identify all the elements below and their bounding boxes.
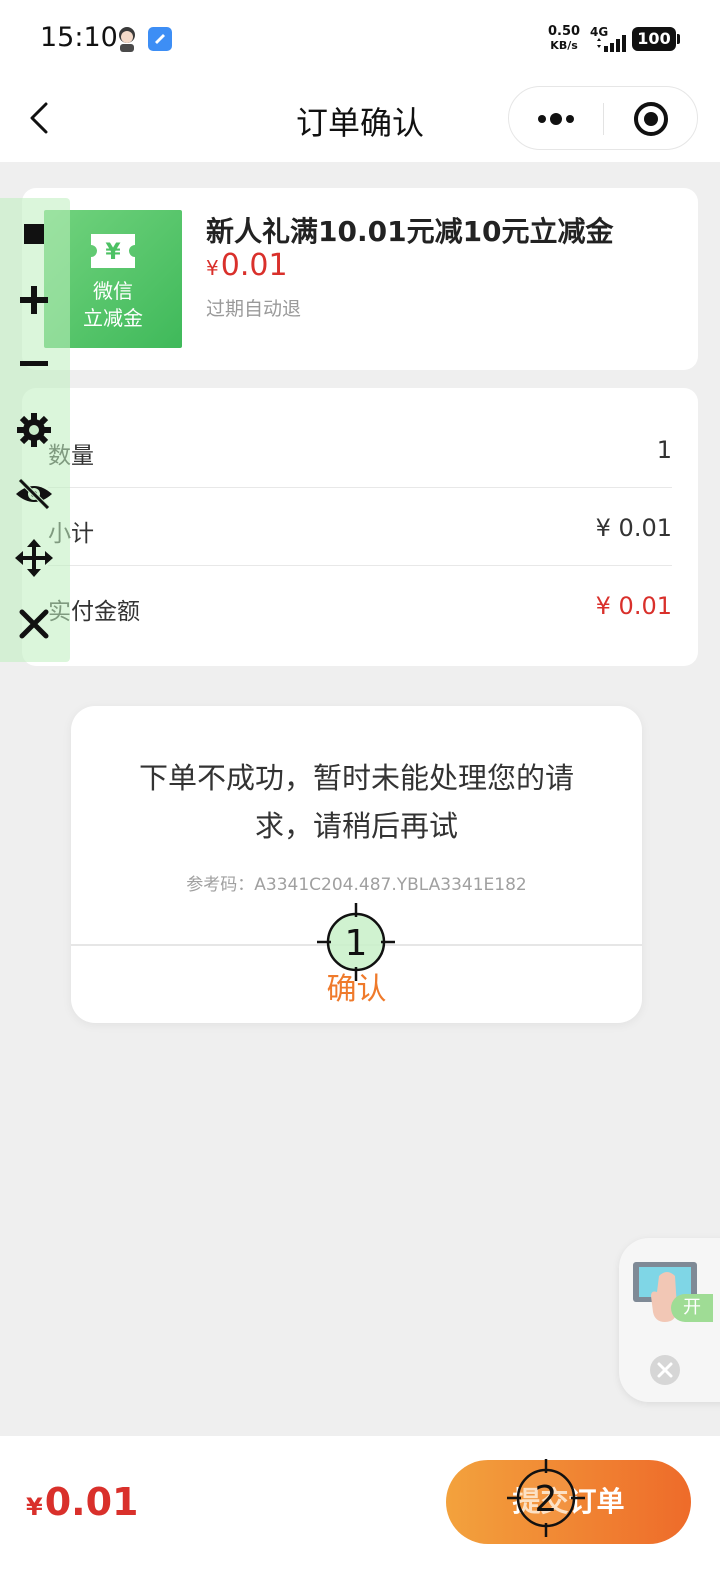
total-price: ¥0.01 xyxy=(26,1480,138,1524)
eye-off-icon[interactable] xyxy=(14,474,54,514)
widget-close-icon[interactable] xyxy=(649,1354,681,1386)
avatar-icon xyxy=(119,27,135,52)
close-icon[interactable] xyxy=(14,604,54,644)
subtotal-value: ¥ 0.01 xyxy=(595,514,672,542)
gear-icon[interactable] xyxy=(14,410,54,450)
price-value: 0.01 xyxy=(220,248,288,283)
minus-icon[interactable] xyxy=(14,344,54,384)
floating-widget[interactable]: 开 xyxy=(619,1238,720,1402)
coupon-symbol: ¥ xyxy=(105,240,121,265)
subtotal-row: 小计 ¥ 0.01 xyxy=(48,488,672,566)
move-icon[interactable] xyxy=(14,538,54,578)
floating-tool-panel xyxy=(0,198,70,662)
target-marker-1: 1 xyxy=(317,903,395,981)
product-title: 新人礼满10.01元减10元立减金 xyxy=(206,215,614,248)
ticket-icon: ¥ xyxy=(91,234,135,268)
plus-icon[interactable] xyxy=(14,280,54,320)
bottom-bar: ¥0.01 提交订单 xyxy=(0,1436,720,1584)
marker-2-label: 2 xyxy=(535,1479,558,1520)
signal-icon xyxy=(597,35,626,52)
mini-program-capsule xyxy=(508,86,698,150)
more-icon[interactable] xyxy=(531,103,581,135)
refund-note: 过期自动退 xyxy=(206,298,302,320)
total-value: 0.01 xyxy=(44,1480,139,1524)
quantity-value: 1 xyxy=(656,436,672,464)
quantity-row: 数量 1 xyxy=(48,410,672,488)
product-card: ¥ 微信 立减金 新人礼满10.01元减10元立减金 ¥0.01 过期自动退 xyxy=(22,188,698,370)
marker-1-label: 1 xyxy=(345,923,368,964)
paid-amount-row: 实付金额 ¥ 0.01 xyxy=(48,566,672,644)
app-notification-icon xyxy=(148,27,172,51)
nav-bar: 订单确认 xyxy=(0,80,720,162)
currency-symbol: ¥ xyxy=(206,256,219,280)
widget-open-badge[interactable]: 开 xyxy=(671,1294,713,1322)
target-marker-2: 2 xyxy=(507,1459,585,1537)
product-price: ¥0.01 xyxy=(206,248,288,283)
net-speed-unit: KB/s xyxy=(550,39,578,52)
capsule-divider xyxy=(603,103,604,135)
error-message: 下单不成功，暂时未能处理您的请求，请稍后再试 xyxy=(138,761,574,843)
order-details-card: 数量 1 小计 ¥ 0.01 实付金额 ¥ 0.01 xyxy=(22,388,698,666)
close-program-icon[interactable] xyxy=(631,99,671,139)
stop-icon[interactable] xyxy=(14,214,54,254)
net-speed: 0.50 KB/s xyxy=(548,25,580,53)
total-currency-symbol: ¥ xyxy=(26,1493,43,1521)
net-speed-value: 0.50 xyxy=(548,24,581,39)
status-time: 15:10 xyxy=(40,22,118,53)
paid-amount-value: ¥ 0.01 xyxy=(595,592,672,620)
battery-indicator: 100 xyxy=(632,27,680,51)
reference-code: 参考码：A3341C204.487.YBLA3341E182 xyxy=(186,875,527,895)
status-bar: 15:10 0.50 KB/s 4G 100 xyxy=(0,0,720,80)
